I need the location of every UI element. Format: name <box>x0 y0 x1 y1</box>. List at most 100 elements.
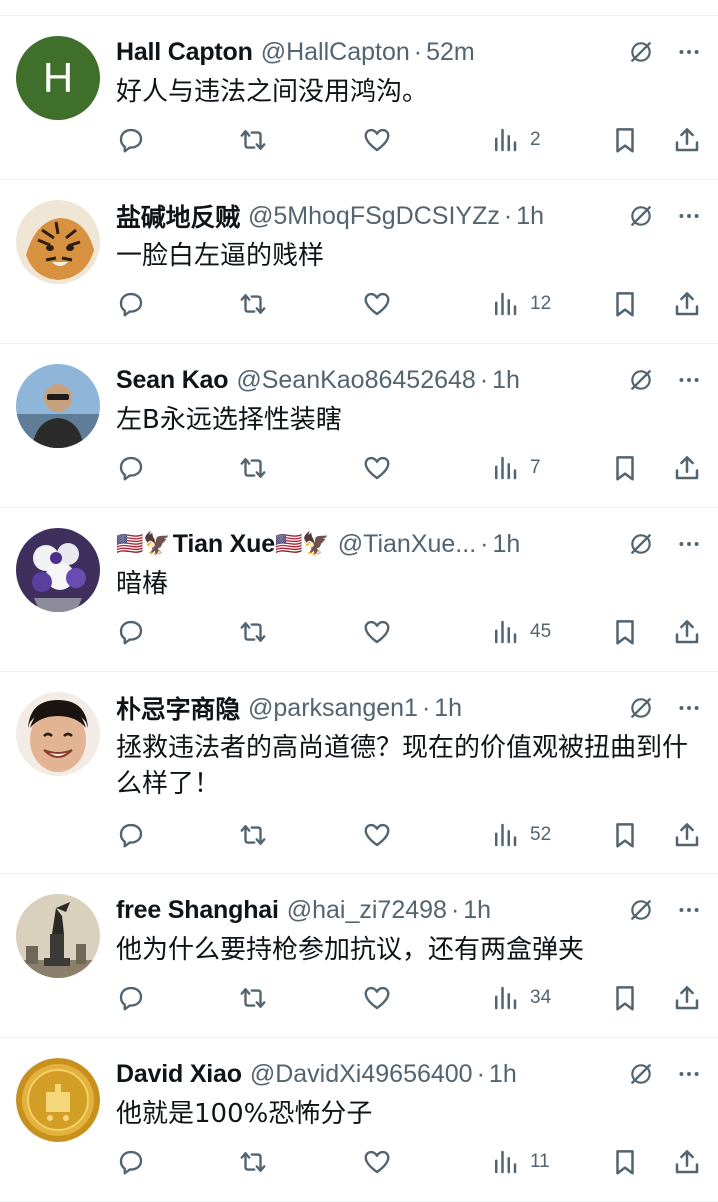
views-icon[interactable] <box>490 125 520 155</box>
like-action[interactable] <box>362 450 392 486</box>
user-handle[interactable]: @DavidXi49656400 <box>250 1060 473 1089</box>
retweet-icon[interactable] <box>238 1147 268 1177</box>
grok-icon[interactable] <box>628 897 654 923</box>
grok-icon[interactable] <box>628 695 654 721</box>
views-icon[interactable] <box>490 617 520 647</box>
display-name[interactable]: 盐碱地反贼 <box>116 200 240 232</box>
views-action[interactable]: 11 <box>490 1144 550 1180</box>
like-icon[interactable] <box>362 983 392 1013</box>
share-icon[interactable] <box>672 1147 702 1177</box>
retweet-icon[interactable] <box>238 125 268 155</box>
views-action[interactable]: 7 <box>490 450 541 486</box>
retweet-icon[interactable] <box>238 289 268 319</box>
share-action[interactable] <box>672 122 702 158</box>
bookmark-action[interactable] <box>610 817 640 853</box>
retweet-action[interactable] <box>238 450 268 486</box>
avatar[interactable] <box>16 1058 100 1142</box>
reply-icon[interactable] <box>116 289 146 319</box>
views-action[interactable]: 52 <box>490 817 551 853</box>
more-icon[interactable] <box>676 203 702 229</box>
retweet-action[interactable] <box>238 817 268 853</box>
user-handle[interactable]: @hai_zi72498 <box>287 896 447 925</box>
tweet[interactable]: 盐碱地反贼 @5MhoqFSgDCSIYZz · 1h 一脸白左逼的贱样 12 <box>0 180 718 344</box>
share-action[interactable] <box>672 980 702 1016</box>
views-action[interactable]: 45 <box>490 614 551 650</box>
tweet[interactable]: 朴忌字商隐 @parksangen1 · 1h 拯救违法者的高尚道德？现在的价值… <box>0 672 718 874</box>
bookmark-icon[interactable] <box>610 820 640 850</box>
retweet-icon[interactable] <box>238 453 268 483</box>
timestamp[interactable]: 1h <box>463 896 491 925</box>
bookmark-icon[interactable] <box>610 289 640 319</box>
tweet[interactable]: Sean Kao @SeanKao86452648 · 1h 左B永远选择性装瞎… <box>0 344 718 508</box>
reply-icon[interactable] <box>116 453 146 483</box>
display-name[interactable]: free Shanghai <box>116 896 279 925</box>
views-icon[interactable] <box>490 820 520 850</box>
user-handle[interactable]: @SeanKao86452648 <box>236 366 475 395</box>
reply-action[interactable] <box>116 286 146 322</box>
views-action[interactable]: 2 <box>490 122 541 158</box>
share-icon[interactable] <box>672 617 702 647</box>
display-name[interactable]: Sean Kao <box>116 366 229 395</box>
bookmark-action[interactable] <box>610 450 640 486</box>
retweet-action[interactable] <box>238 286 268 322</box>
more-icon[interactable] <box>676 531 702 557</box>
like-action[interactable] <box>362 1144 392 1180</box>
views-icon[interactable] <box>490 289 520 319</box>
bookmark-action[interactable] <box>610 1144 640 1180</box>
reply-icon[interactable] <box>116 617 146 647</box>
reply-action[interactable] <box>116 450 146 486</box>
more-icon[interactable] <box>676 39 702 65</box>
share-action[interactable] <box>672 817 702 853</box>
reply-action[interactable] <box>116 980 146 1016</box>
like-action[interactable] <box>362 980 392 1016</box>
grok-icon[interactable] <box>628 531 654 557</box>
reply-icon[interactable] <box>116 125 146 155</box>
share-action[interactable] <box>672 450 702 486</box>
timestamp[interactable]: 1h <box>492 530 520 559</box>
grok-icon[interactable] <box>628 203 654 229</box>
like-action[interactable] <box>362 817 392 853</box>
bookmark-icon[interactable] <box>610 125 640 155</box>
retweet-action[interactable] <box>238 614 268 650</box>
display-name[interactable]: Hall Capton <box>116 38 253 67</box>
avatar[interactable] <box>16 528 100 612</box>
like-icon[interactable] <box>362 289 392 319</box>
like-icon[interactable] <box>362 125 392 155</box>
avatar[interactable]: H <box>16 36 100 120</box>
share-action[interactable] <box>672 614 702 650</box>
grok-icon[interactable] <box>628 367 654 393</box>
like-icon[interactable] <box>362 820 392 850</box>
views-icon[interactable] <box>490 453 520 483</box>
views-action[interactable]: 12 <box>490 286 551 322</box>
tweet[interactable]: H Hall Capton @HallCapton · 52m 好人与违法之间没… <box>0 16 718 180</box>
more-icon[interactable] <box>676 367 702 393</box>
share-action[interactable] <box>672 286 702 322</box>
bookmark-icon[interactable] <box>610 983 640 1013</box>
retweet-action[interactable] <box>238 122 268 158</box>
reply-action[interactable] <box>116 817 146 853</box>
reply-icon[interactable] <box>116 1147 146 1177</box>
share-action[interactable] <box>672 1144 702 1180</box>
more-icon[interactable] <box>676 897 702 923</box>
grok-icon[interactable] <box>628 1061 654 1087</box>
bookmark-action[interactable] <box>610 980 640 1016</box>
retweet-action[interactable] <box>238 980 268 1016</box>
avatar[interactable] <box>16 692 100 776</box>
avatar[interactable] <box>16 200 100 284</box>
timestamp[interactable]: 52m <box>426 38 475 67</box>
share-icon[interactable] <box>672 289 702 319</box>
user-handle[interactable]: @TianXue... <box>338 530 476 559</box>
like-action[interactable] <box>362 286 392 322</box>
bookmark-action[interactable] <box>610 286 640 322</box>
display-name[interactable]: Tian Xue <box>173 530 275 559</box>
like-action[interactable] <box>362 614 392 650</box>
retweet-icon[interactable] <box>238 617 268 647</box>
reply-action[interactable] <box>116 614 146 650</box>
tweet[interactable]: David Xiao @DavidXi49656400 · 1h 他就是100%… <box>0 1038 718 1202</box>
like-icon[interactable] <box>362 453 392 483</box>
bookmark-icon[interactable] <box>610 1147 640 1177</box>
retweet-action[interactable] <box>238 1144 268 1180</box>
display-name[interactable]: 朴忌字商隐 <box>116 692 240 724</box>
bookmark-icon[interactable] <box>610 453 640 483</box>
like-icon[interactable] <box>362 1147 392 1177</box>
